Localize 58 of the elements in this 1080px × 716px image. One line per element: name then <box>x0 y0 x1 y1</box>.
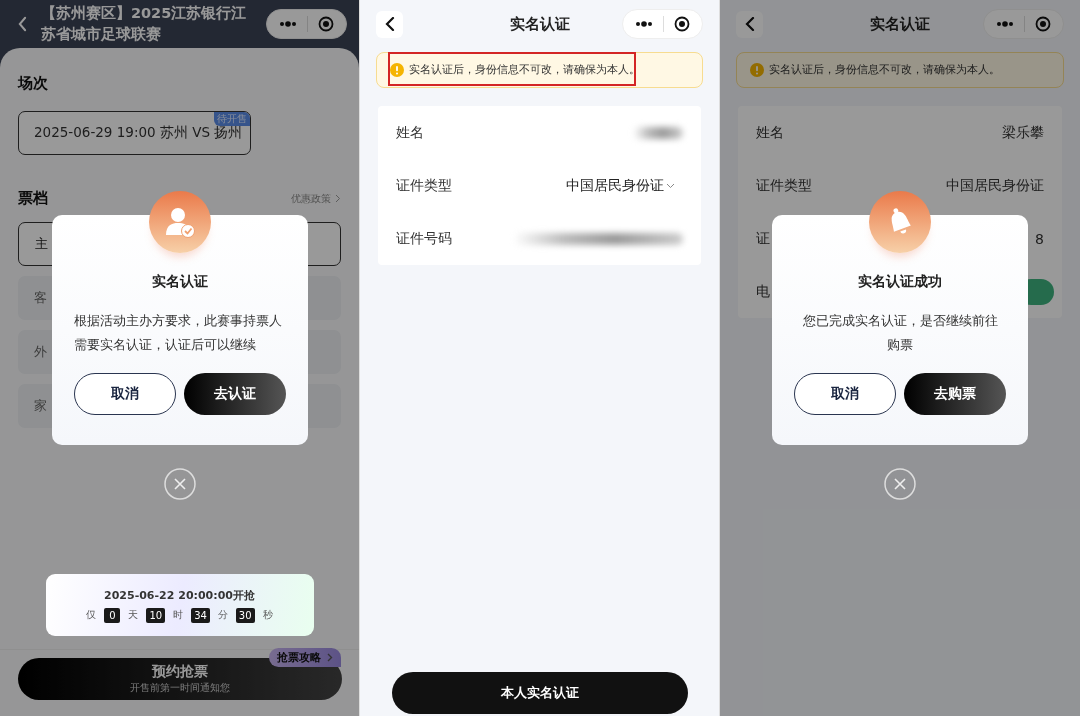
more-icon[interactable] <box>996 21 1014 27</box>
countdown-label: 仅 <box>86 608 97 622</box>
chevron-right-icon <box>335 194 341 203</box>
field-label: 证件类型 <box>756 176 812 195</box>
field-label: 姓名 <box>396 123 424 142</box>
confirm-button[interactable]: 去购票 <box>904 373 1006 415</box>
countdown-value: 30 <box>235 607 255 623</box>
dialog-title: 实名认证成功 <box>858 273 942 291</box>
user-check-icon <box>148 191 211 253</box>
countdown-unit: 分 <box>217 608 228 622</box>
field-label: 证 <box>756 229 770 248</box>
guide-tag[interactable]: 抢票攻略 <box>269 648 341 667</box>
field-value: 梁乐攀 <box>1002 123 1044 142</box>
confirm-button[interactable]: 去认证 <box>183 373 286 415</box>
warning-icon <box>390 63 404 77</box>
section-label: 票档 <box>18 189 48 208</box>
blurred-value <box>633 126 683 139</box>
countdown-value: 10 <box>146 607 166 623</box>
notice-text: 实名认证后，身份信息不可改，请确保为本人。 <box>769 63 1000 77</box>
back-button[interactable] <box>376 10 403 38</box>
more-icon[interactable] <box>279 21 297 27</box>
id-type-select[interactable]: 中国居民身份证 <box>566 176 675 195</box>
notice-text: 实名认证后，身份信息不可改，请确保为本人。 <box>409 63 640 77</box>
event-title: 【苏州赛区】2025江苏银行江苏省城市足球联赛 <box>40 4 248 44</box>
target-icon[interactable] <box>318 16 334 32</box>
back-icon <box>384 17 395 31</box>
countdown-unit: 天 <box>128 608 139 622</box>
submit-button[interactable]: 本人实名认证 <box>391 672 688 714</box>
cancel-button[interactable]: 取消 <box>73 373 176 415</box>
target-icon[interactable] <box>1035 16 1051 32</box>
page-title: 实名认证 <box>509 14 570 34</box>
countdown-value: 34 <box>191 607 210 623</box>
chevron-down-icon <box>666 182 675 189</box>
field-label: 证件号码 <box>396 229 452 248</box>
more-icon[interactable] <box>635 21 653 27</box>
sale-time: 2025-06-22 20:00:00开抢 <box>104 587 255 603</box>
back-icon[interactable] <box>18 16 27 32</box>
back-button[interactable] <box>736 10 763 38</box>
field-label: 姓名 <box>756 123 784 142</box>
field-value: 8 <box>1035 230 1044 247</box>
section-label: 场次 <box>18 74 49 93</box>
cancel-button[interactable]: 取消 <box>794 373 896 415</box>
dialog-message: 您已完成实名认证，是否继续前往购票 <box>801 312 999 354</box>
page-title: 实名认证 <box>870 14 930 34</box>
status-badge: 待开售 <box>214 112 250 126</box>
back-icon <box>744 17 755 31</box>
field-label: 电 <box>756 282 770 301</box>
countdown-value: 0 <box>104 607 121 623</box>
field-label: 证件类型 <box>396 176 452 195</box>
countdown-unit: 秒 <box>262 608 273 622</box>
dialog-message: 根据活动主办方要求，此赛事持票人需要实名认证，认证后可以继续 <box>73 312 283 354</box>
bell-icon <box>869 191 931 253</box>
dialog-title: 实名认证 <box>151 273 208 291</box>
chevron-right-icon <box>327 653 333 662</box>
target-icon[interactable] <box>674 16 690 32</box>
countdown-unit: 时 <box>173 608 184 622</box>
field-value: 中国居民身份证 <box>946 176 1044 195</box>
warning-icon <box>750 63 764 77</box>
